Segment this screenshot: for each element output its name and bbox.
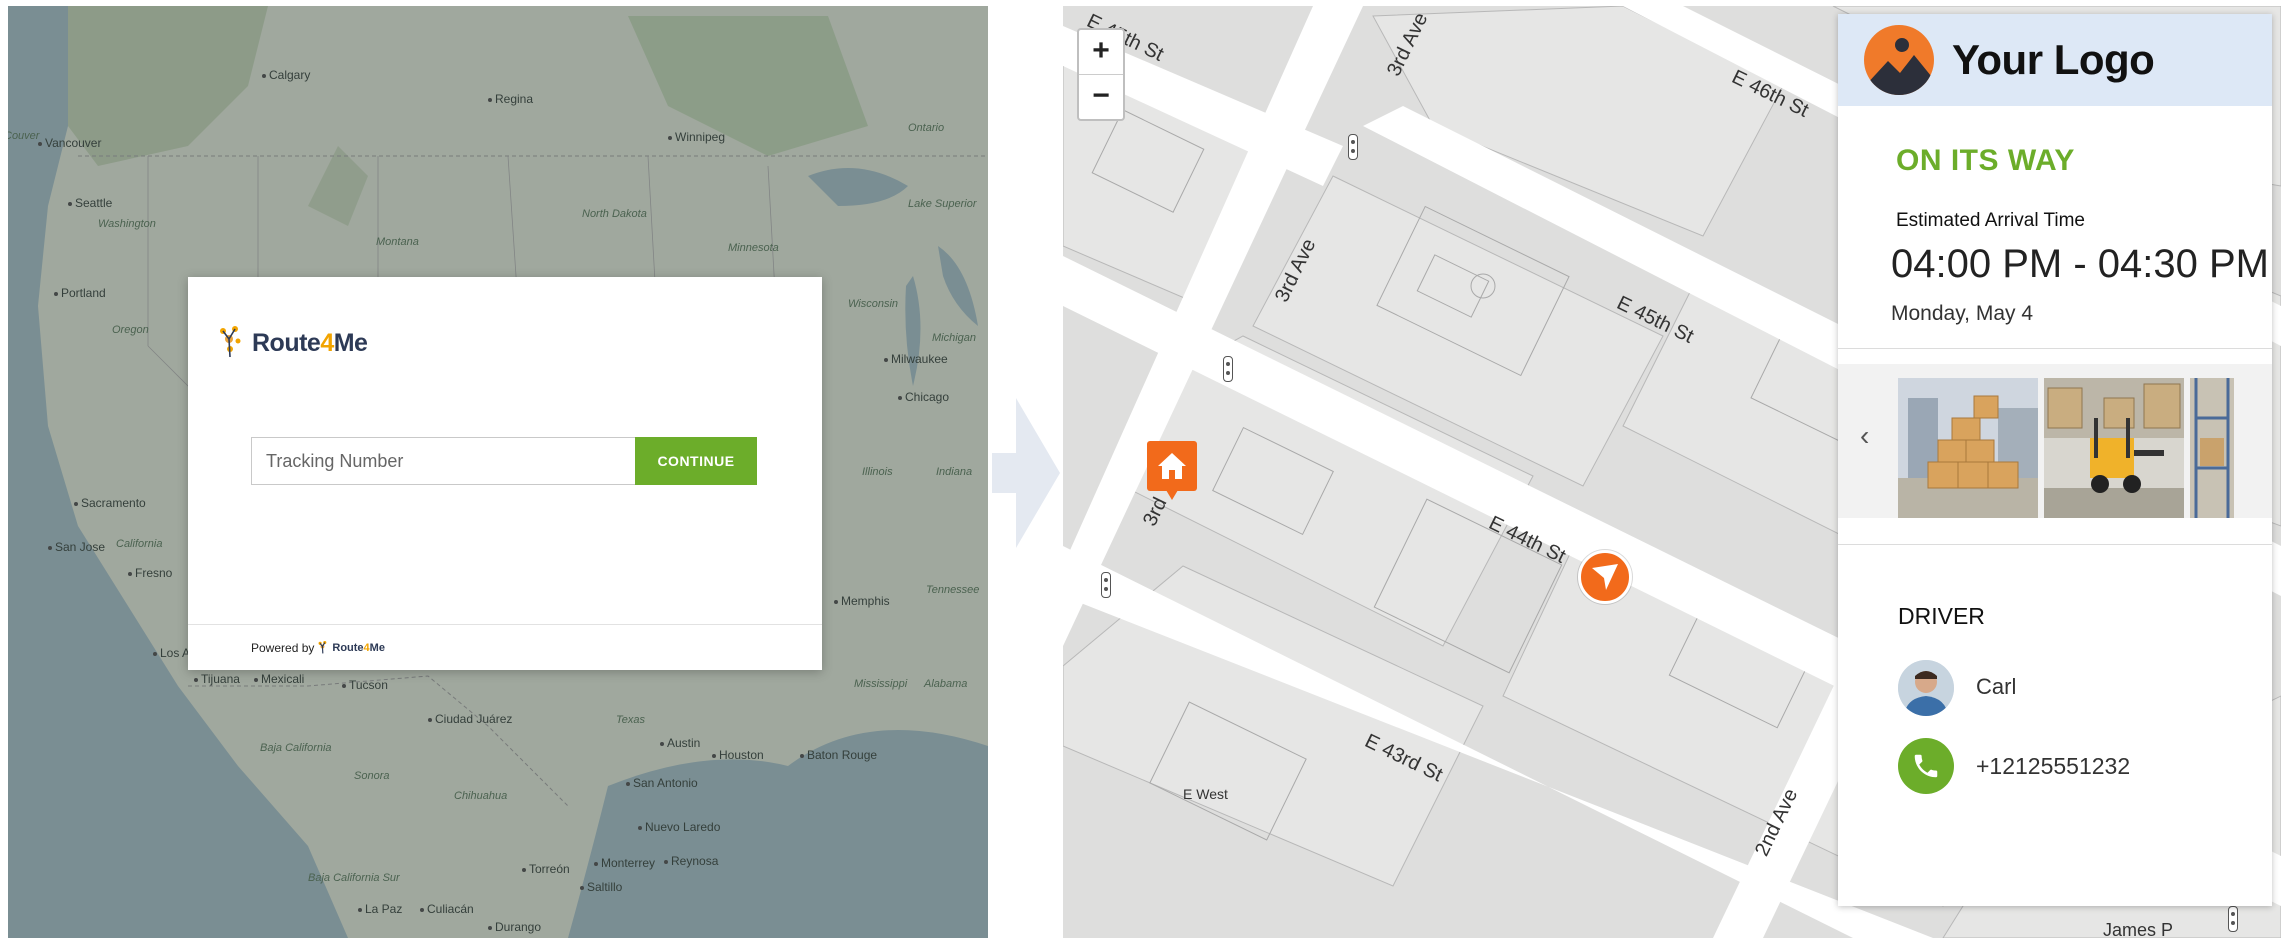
traffic-light-icon bbox=[1348, 134, 1358, 160]
home-icon bbox=[1158, 453, 1186, 479]
zoom-in-button[interactable]: + bbox=[1079, 30, 1123, 74]
street-label-e-west: E West bbox=[1183, 786, 1228, 802]
navigation-arrow-icon bbox=[1592, 564, 1618, 590]
zoom-out-button[interactable]: − bbox=[1079, 74, 1123, 119]
company-logo-bar: Your Logo bbox=[1838, 14, 2272, 106]
eta-label: Estimated Arrival Time bbox=[1896, 210, 2085, 231]
gallery-photo-forklift[interactable] bbox=[2044, 378, 2184, 518]
eta-time-window: 04:00 PM - 04:30 PM bbox=[1891, 242, 2269, 286]
phone-icon bbox=[1914, 754, 1938, 778]
gallery-prev-button[interactable]: ‹ bbox=[1860, 420, 1869, 452]
footer-brand-name: Route4Me bbox=[332, 641, 385, 654]
driver-location-marker[interactable] bbox=[1578, 550, 1632, 604]
transition-arrow-icon bbox=[992, 398, 1060, 548]
tracking-login-card: Route4Me CONTINUE Powered by Route4Me bbox=[188, 277, 822, 670]
destination-home-marker[interactable] bbox=[1147, 441, 1197, 500]
tracking-info-panel: Your Logo ON ITS WAY Estimated Arrival T… bbox=[1838, 14, 2272, 906]
gallery-photo-warehouse-boxes[interactable] bbox=[1898, 378, 2038, 518]
traffic-light-icon bbox=[1223, 356, 1233, 382]
continue-button[interactable]: CONTINUE bbox=[635, 437, 757, 485]
tracking-number-input[interactable] bbox=[251, 437, 635, 485]
zoom-control: + − bbox=[1077, 28, 1125, 121]
route4me-small-logo-icon bbox=[318, 640, 327, 653]
warehouse-shelving-image bbox=[2190, 378, 2234, 518]
divider bbox=[1838, 544, 2272, 545]
call-driver-button[interactable] bbox=[1898, 738, 1954, 794]
driver-avatar-image bbox=[1898, 660, 1954, 716]
powered-by-text: Powered by bbox=[251, 640, 315, 655]
driver-heading: DRIVER bbox=[1898, 603, 1985, 629]
delivery-status: ON ITS WAY bbox=[1896, 144, 2075, 177]
company-logo-icon bbox=[1864, 25, 1934, 95]
street-label-james: James P bbox=[2103, 920, 2174, 938]
divider bbox=[1838, 348, 2272, 349]
route4me-logo-icon bbox=[220, 326, 241, 358]
powered-by-footer: Powered by Route4Me bbox=[188, 624, 822, 670]
driver-name: Carl bbox=[1976, 674, 2017, 699]
warehouse-boxes-image bbox=[1898, 378, 2038, 518]
photo-gallery: ‹ bbox=[1838, 364, 2272, 518]
overview-map: Calgary Regina Winnipeg Vancouver Couver… bbox=[8, 6, 988, 938]
company-logo-text: Your Logo bbox=[1952, 36, 2155, 83]
forklift-image bbox=[2044, 378, 2184, 518]
traffic-light-icon bbox=[2228, 906, 2238, 932]
brand-name: Route4Me bbox=[252, 328, 368, 357]
traffic-light-icon bbox=[1101, 572, 1111, 598]
eta-date: Monday, May 4 bbox=[1891, 302, 2034, 325]
gallery-photo-shelving[interactable] bbox=[2190, 378, 2234, 518]
driver-avatar bbox=[1898, 660, 1954, 716]
driver-phone-number[interactable]: +12125551232 bbox=[1976, 753, 2130, 780]
route4me-logo: Route4Me bbox=[218, 325, 368, 361]
